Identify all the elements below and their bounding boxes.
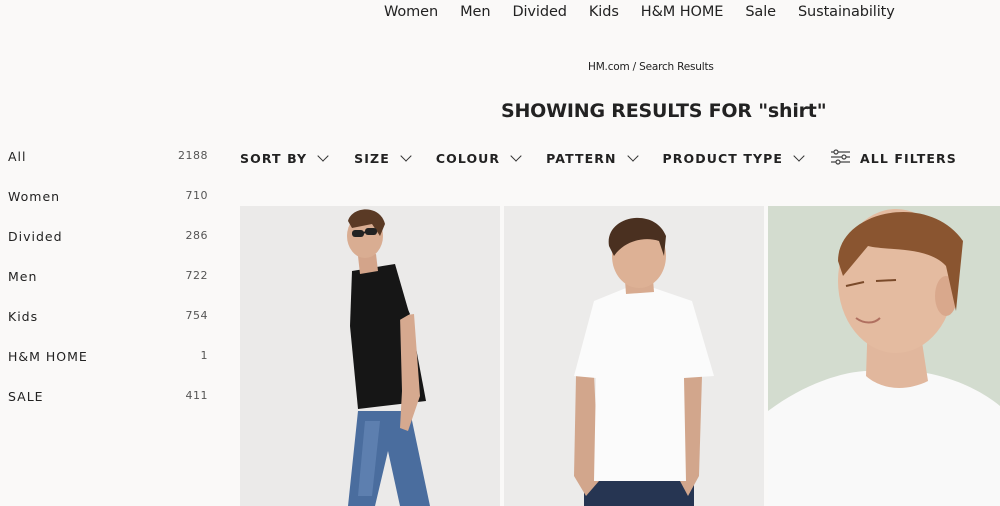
- sidebar-item-label: Kids: [8, 309, 39, 324]
- product-image: [574, 217, 714, 506]
- sidebar-item-count: 411: [185, 389, 208, 402]
- sidebar-item-count: 2188: [178, 149, 208, 162]
- chevron-down-icon: [400, 149, 412, 162]
- page-title: SHOWING RESULTS FOR "shirt": [501, 100, 827, 122]
- sidebar-item-count: 754: [185, 309, 208, 322]
- colour-filter-dropdown[interactable]: COLOUR: [435, 149, 522, 166]
- product-card-3[interactable]: [768, 206, 1000, 506]
- sidebar-item-women[interactable]: Women 710: [8, 188, 208, 228]
- product-image: [768, 209, 1000, 506]
- product-image: [347, 209, 430, 506]
- product-card-1[interactable]: [240, 206, 500, 506]
- sidebar-item-divided[interactable]: Divided 286: [8, 228, 208, 268]
- sidebar-item-count: 722: [185, 269, 208, 282]
- product-type-filter-dropdown[interactable]: PRODUCT TYPE: [662, 149, 805, 166]
- sidebar-item-count: 1: [200, 349, 208, 362]
- sidebar-item-hm-home[interactable]: H&M HOME 1: [8, 348, 208, 388]
- sidebar-item-label: SALE: [8, 389, 44, 404]
- sidebar-item-men[interactable]: Men 722: [8, 268, 208, 308]
- sidebar-item-label: Women: [8, 189, 61, 204]
- sidebar-item-label: H&M HOME: [8, 349, 88, 364]
- sliders-icon: [831, 148, 851, 168]
- sort-by-label: SORT BY: [240, 150, 308, 166]
- sort-by-dropdown[interactable]: SORT BY: [240, 149, 329, 166]
- sidebar-item-count: 286: [185, 229, 208, 242]
- nav-divided[interactable]: Divided: [512, 1, 567, 23]
- all-filters-label: ALL FILTERS: [860, 150, 957, 166]
- chevron-down-icon: [626, 149, 639, 162]
- nav-hm-home[interactable]: H&M HOME: [641, 1, 724, 23]
- sidebar-item-label: Divided: [8, 229, 63, 244]
- nav-sale[interactable]: Sale: [745, 1, 776, 23]
- top-navigation: Women Men Divided Kids H&M HOME Sale Sus…: [384, 0, 895, 24]
- nav-sustainability[interactable]: Sustainability: [798, 1, 895, 23]
- all-filters-button[interactable]: ALL FILTERS: [831, 148, 957, 168]
- chevron-down-icon: [317, 149, 329, 162]
- product-card-2[interactable]: [504, 206, 764, 506]
- sidebar-item-label: Men: [8, 269, 38, 284]
- breadcrumb[interactable]: HM.com / Search Results: [588, 61, 714, 73]
- category-sidebar: All 2188 Women 710 Divided 286 Men 722 K…: [8, 148, 208, 428]
- filter-bar: SORT BY SIZE COLOUR PATTERN PRODUCT TYPE: [240, 148, 957, 168]
- sidebar-item-all[interactable]: All 2188: [8, 148, 208, 188]
- nav-kids[interactable]: Kids: [589, 1, 619, 23]
- nav-men[interactable]: Men: [460, 1, 490, 23]
- product-type-label: PRODUCT TYPE: [662, 150, 784, 166]
- sidebar-item-sale[interactable]: SALE 411: [8, 388, 208, 428]
- sidebar-item-count: 710: [185, 189, 208, 202]
- product-grid: [240, 206, 1000, 506]
- nav-women[interactable]: Women: [384, 1, 438, 23]
- pattern-filter-dropdown[interactable]: PATTERN: [546, 149, 639, 166]
- pattern-label: PATTERN: [546, 150, 617, 166]
- sidebar-item-kids[interactable]: Kids 754: [8, 308, 208, 348]
- sidebar-item-label: All: [8, 149, 27, 164]
- chevron-down-icon: [793, 149, 805, 162]
- size-label: SIZE: [354, 150, 390, 166]
- size-filter-dropdown[interactable]: SIZE: [354, 149, 412, 166]
- colour-label: COLOUR: [435, 150, 501, 166]
- chevron-down-icon: [510, 149, 522, 162]
